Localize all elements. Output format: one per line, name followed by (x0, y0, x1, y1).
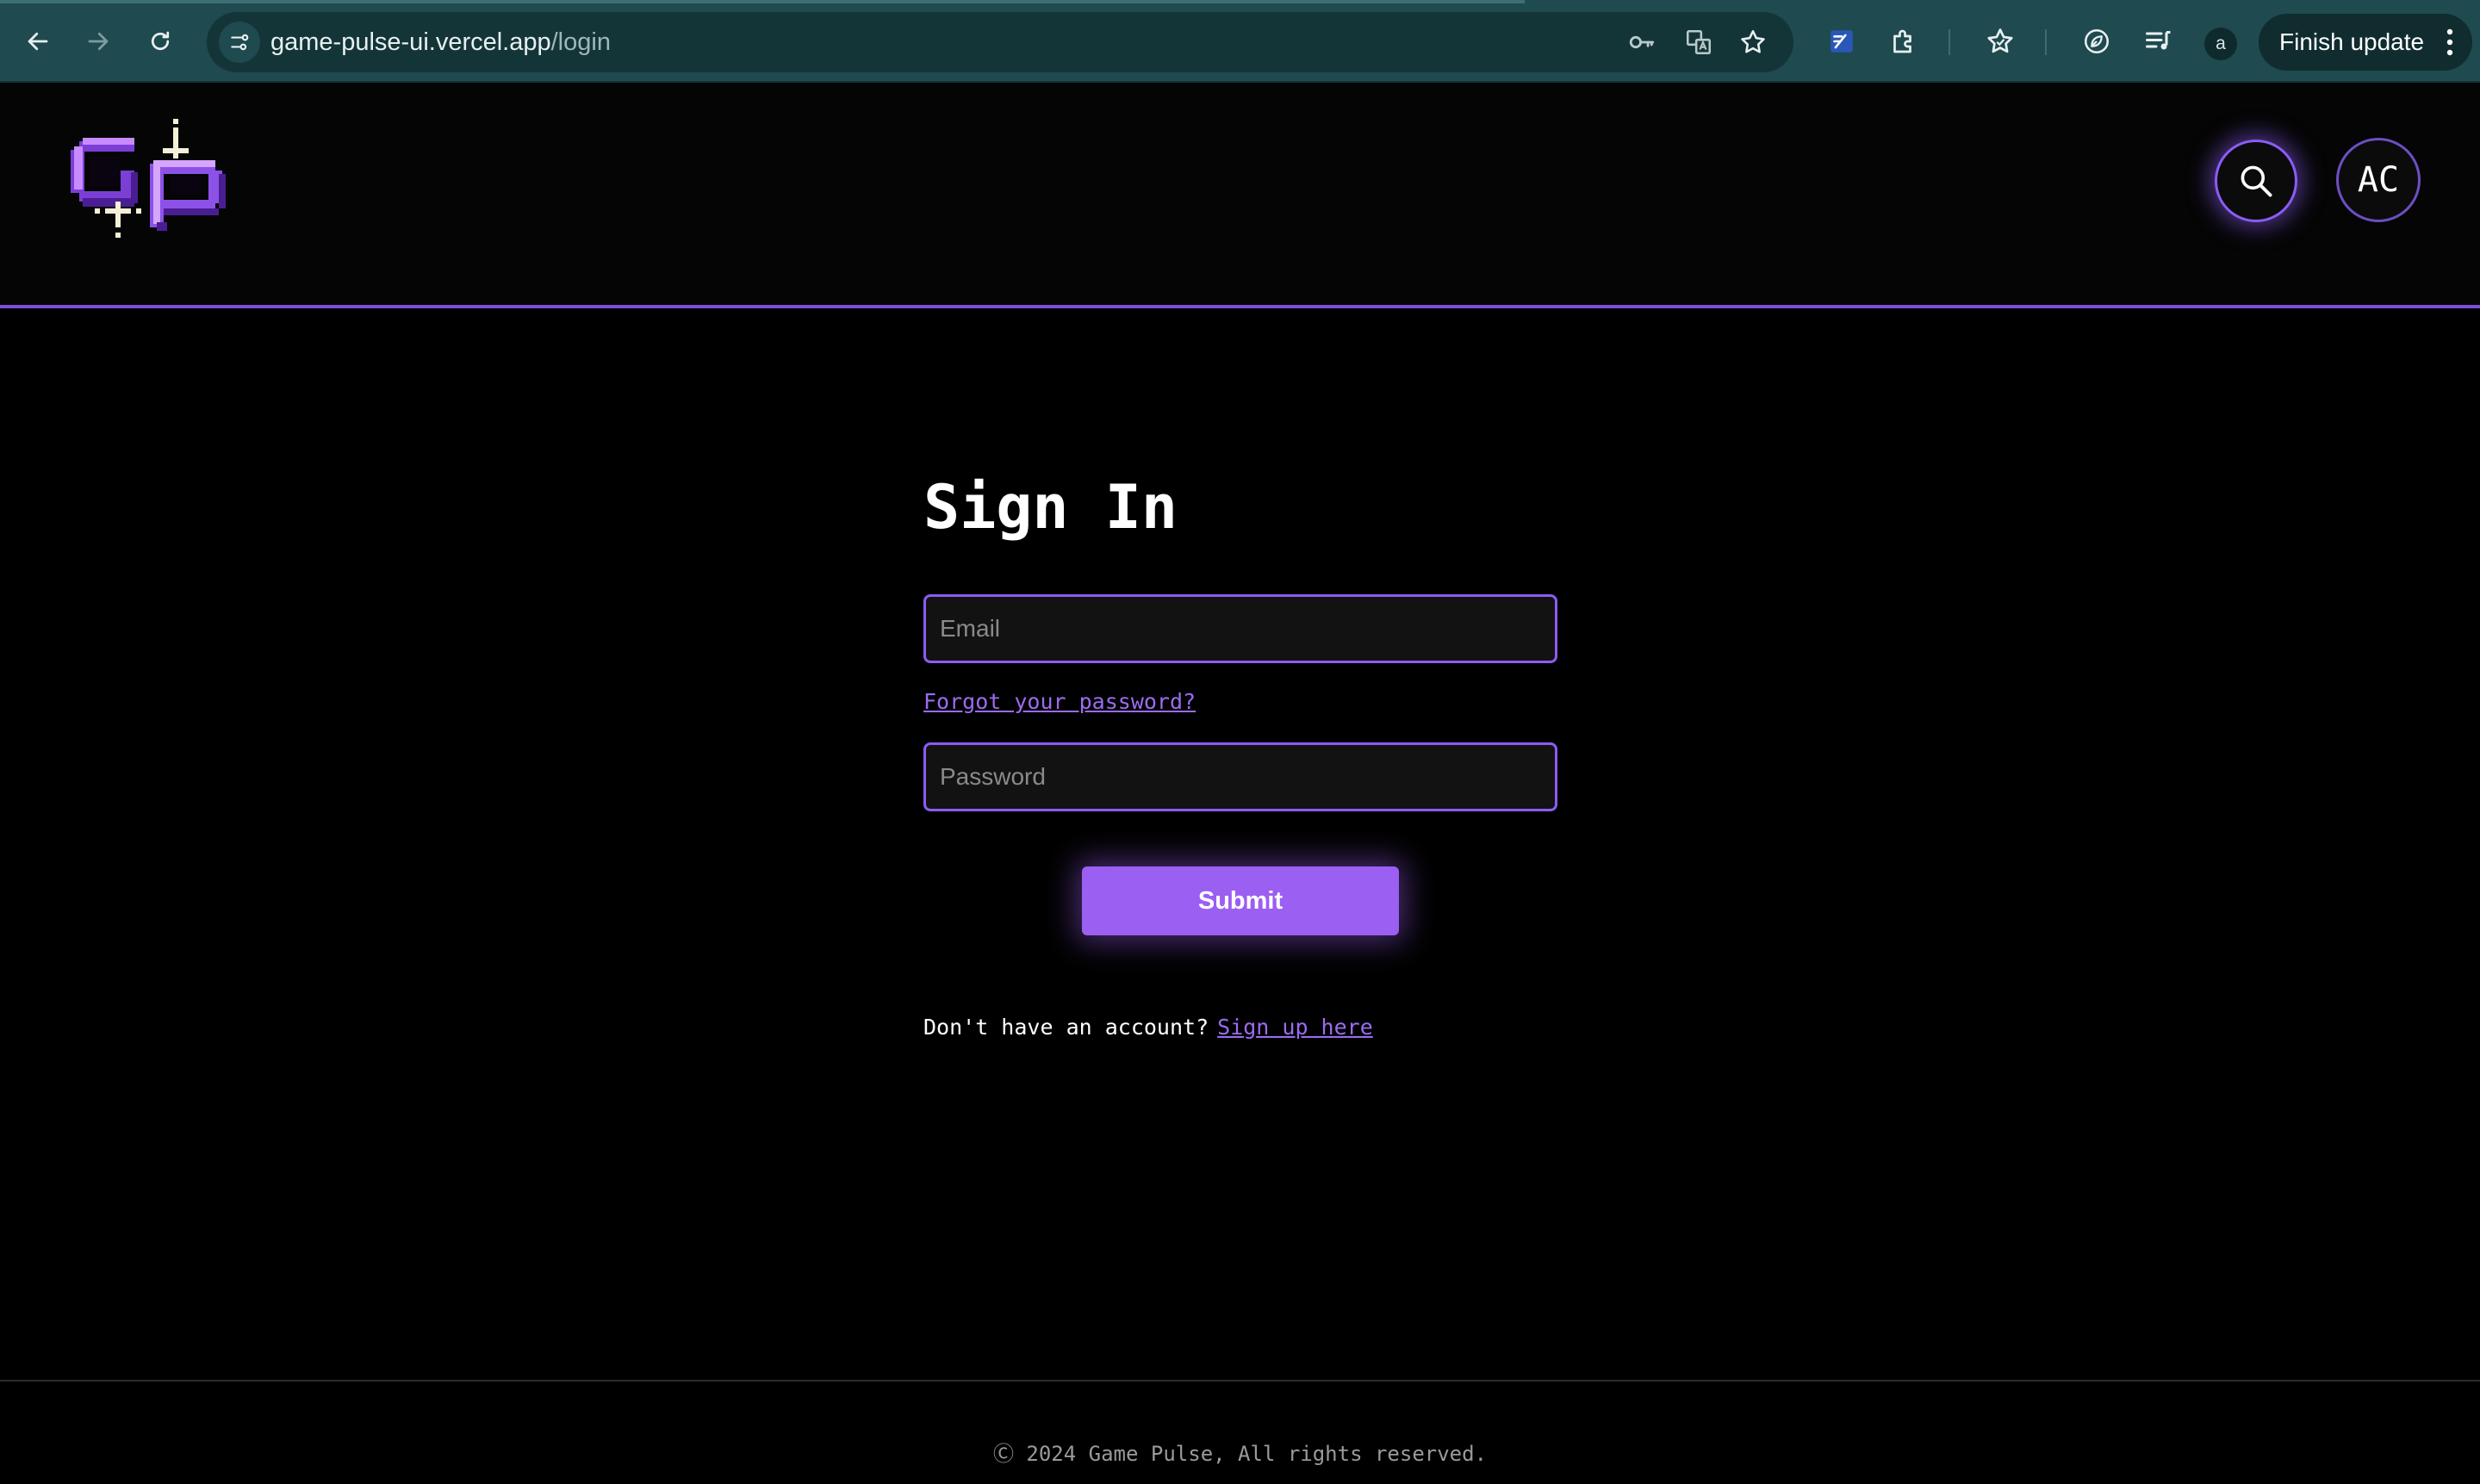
url-text[interactable]: game-pulse-ui.vercel.app/login (270, 28, 611, 57)
signup-prompt-text: Don't have an account? (923, 1015, 1209, 1040)
tab-strip-edge (0, 0, 1525, 3)
address-bar[interactable]: game-pulse-ui.vercel.app/login (207, 12, 1793, 72)
favorites-star-icon[interactable] (1983, 24, 2017, 59)
back-button[interactable] (19, 22, 57, 60)
game-pulse-logo[interactable] (71, 119, 229, 245)
site-header: AC (0, 83, 2480, 308)
forward-button[interactable] (79, 22, 117, 60)
toolbar-divider (2045, 29, 2047, 55)
email-field[interactable] (923, 594, 1557, 663)
back-arrow-icon (28, 32, 48, 51)
extension-pen-icon[interactable] (1824, 24, 1859, 59)
copyright-text: Ⓒ 2024 Game Pulse, All rights reserved. (992, 1442, 1488, 1466)
search-button[interactable] (2215, 140, 2297, 222)
profile-avatar[interactable]: a (2204, 28, 2237, 60)
finish-update-label: Finish update (2279, 28, 2425, 55)
avatar-initials: AC (2357, 160, 2400, 200)
translate-icon[interactable] (1683, 27, 1714, 58)
extensions-puzzle-icon[interactable] (1886, 24, 1921, 59)
password-field[interactable] (923, 742, 1557, 811)
reload-button[interactable] (141, 22, 179, 60)
site-info-icon (231, 34, 249, 51)
reload-icon (151, 31, 170, 51)
menu-dots-icon (2446, 28, 2453, 56)
search-icon (2241, 165, 2272, 197)
password-key-icon[interactable] (1626, 27, 1657, 58)
forgot-password-link[interactable]: Forgot your password? (923, 689, 1196, 714)
signup-prompt: Don't have an account? Sign up here (923, 1015, 1373, 1040)
page-title: Sign In (923, 472, 1178, 543)
submit-button[interactable]: Submit (1082, 866, 1399, 935)
sign-up-link[interactable]: Sign up here (1217, 1015, 1373, 1040)
finish-update-button[interactable]: Finish update (2259, 14, 2472, 71)
browser-toolbar: game-pulse-ui.vercel.app/login a Finish … (0, 0, 2480, 83)
forward-arrow-icon (88, 32, 109, 51)
login-main: Sign In Forgot your password? Submit Don… (0, 312, 2480, 1380)
site-info-button[interactable] (219, 22, 260, 63)
bookmark-star-icon[interactable] (1737, 27, 1768, 58)
toolbar-divider (1949, 29, 1950, 55)
site-footer: Ⓒ 2024 Game Pulse, All rights reserved. (0, 1380, 2480, 1484)
user-avatar-button[interactable]: AC (2336, 138, 2421, 222)
media-queue-icon[interactable] (2141, 24, 2176, 59)
performance-leaf-icon[interactable] (2079, 24, 2114, 59)
